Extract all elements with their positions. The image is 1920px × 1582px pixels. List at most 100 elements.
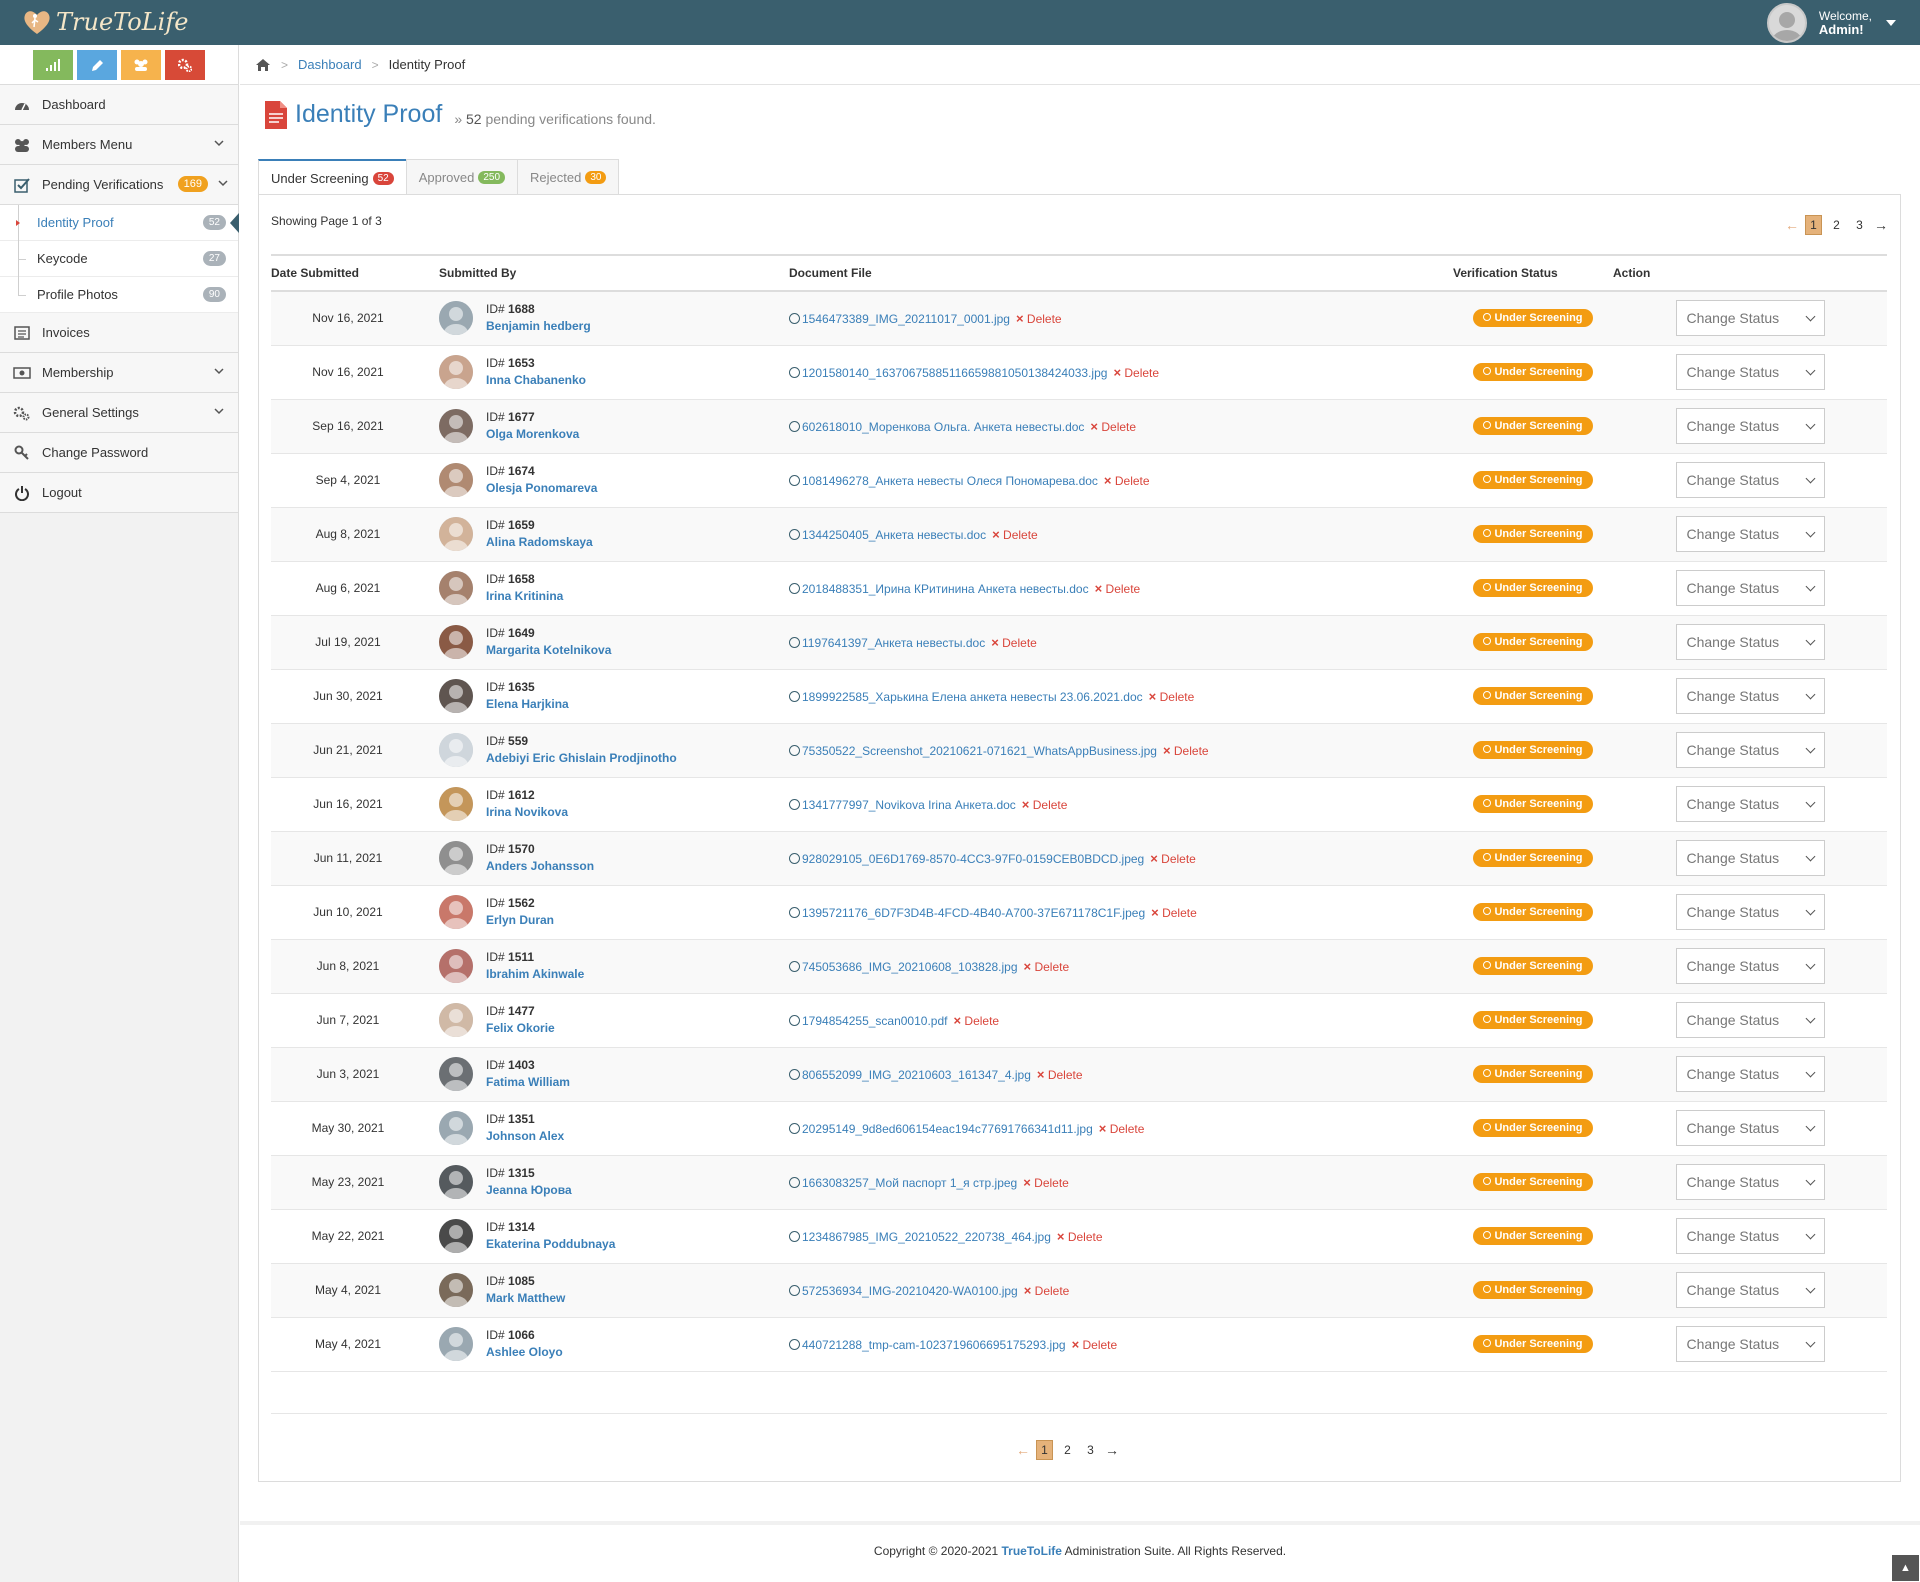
- tab-under-screening[interactable]: Under Screening 52: [258, 159, 407, 195]
- change-status-select[interactable]: Change Status: [1675, 1326, 1825, 1362]
- page-2-button[interactable]: 2: [1828, 215, 1845, 235]
- member-name-link[interactable]: Jeanna Юрова: [486, 1181, 572, 1199]
- sidebar-item-logout[interactable]: Logout: [0, 473, 238, 513]
- delete-button[interactable]: × Delete: [1023, 1175, 1069, 1190]
- change-status-select[interactable]: Change Status: [1675, 624, 1825, 660]
- member-name-link[interactable]: Olga Morenkova: [486, 425, 579, 443]
- delete-button[interactable]: × Delete: [1113, 365, 1159, 380]
- member-avatar[interactable]: [439, 1219, 473, 1253]
- document-file-link[interactable]: 1341777997_Novikova Irina Анкета.doc: [802, 798, 1016, 812]
- delete-button[interactable]: × Delete: [1016, 311, 1062, 326]
- change-status-select[interactable]: Change Status: [1675, 894, 1825, 930]
- members-shortcut-button[interactable]: [121, 50, 161, 80]
- document-file-link[interactable]: 806552099_IMG_20210603_161347_4.jpg: [802, 1068, 1031, 1082]
- brand-logo[interactable]: TrueToLife: [22, 5, 188, 39]
- sidebar-item-invoices[interactable]: Invoices: [0, 313, 238, 353]
- member-name-link[interactable]: Erlyn Duran: [486, 911, 554, 929]
- delete-button[interactable]: × Delete: [1095, 581, 1141, 596]
- document-file-link[interactable]: 1899922585_Харькина Елена анкета невесты…: [802, 690, 1143, 704]
- document-file-link[interactable]: 75350522_Screenshot_20210621-071621_What…: [802, 744, 1157, 758]
- page-1-button[interactable]: 1: [1036, 1440, 1053, 1460]
- page-3-button[interactable]: 3: [1082, 1440, 1099, 1460]
- member-avatar[interactable]: [439, 517, 473, 551]
- change-status-select[interactable]: Change Status: [1675, 462, 1825, 498]
- delete-button[interactable]: × Delete: [992, 527, 1038, 542]
- tab-approved[interactable]: Approved 250: [405, 159, 519, 194]
- delete-button[interactable]: × Delete: [1151, 905, 1197, 920]
- settings-shortcut-button[interactable]: [165, 50, 205, 80]
- member-name-link[interactable]: Mark Matthew: [486, 1289, 565, 1307]
- member-avatar[interactable]: [439, 733, 473, 767]
- change-status-select[interactable]: Change Status: [1675, 408, 1825, 444]
- change-status-select[interactable]: Change Status: [1675, 1164, 1825, 1200]
- member-avatar[interactable]: [439, 355, 473, 389]
- change-status-select[interactable]: Change Status: [1675, 678, 1825, 714]
- change-status-select[interactable]: Change Status: [1675, 1218, 1825, 1254]
- sidebar-item-pending-verifications[interactable]: Pending Verifications 169: [0, 165, 238, 205]
- change-status-select[interactable]: Change Status: [1675, 786, 1825, 822]
- sidebar-item-dashboard[interactable]: Dashboard: [0, 85, 238, 125]
- document-file-link[interactable]: 1546473389_IMG_20211017_0001.jpg: [802, 312, 1010, 326]
- member-avatar[interactable]: [439, 1003, 473, 1037]
- page-3-button[interactable]: 3: [1851, 215, 1868, 235]
- member-name-link[interactable]: Irina Novikova: [486, 803, 568, 821]
- member-name-link[interactable]: Olesja Ponomareva: [486, 479, 597, 497]
- member-name-link[interactable]: Alina Radomskaya: [486, 533, 593, 551]
- member-name-link[interactable]: Benjamin hedberg: [486, 317, 591, 335]
- member-name-link[interactable]: Ekaterina Poddubnaya: [486, 1235, 615, 1253]
- sidebar-item-identity-proof[interactable]: Identity Proof 52: [0, 205, 239, 241]
- document-file-link[interactable]: 1081496278_Анкета невесты Олеся Пономаре…: [802, 474, 1098, 488]
- member-avatar[interactable]: [439, 409, 473, 443]
- chevron-down-icon[interactable]: [1886, 20, 1896, 26]
- breadcrumb-dashboard-link[interactable]: Dashboard: [298, 57, 362, 72]
- change-status-select[interactable]: Change Status: [1675, 1002, 1825, 1038]
- member-avatar[interactable]: [439, 1165, 473, 1199]
- change-status-select[interactable]: Change Status: [1675, 1056, 1825, 1092]
- member-avatar[interactable]: [439, 571, 473, 605]
- prev-page-button[interactable]: ←: [1016, 1442, 1030, 1458]
- home-icon[interactable]: [255, 58, 271, 72]
- document-file-link[interactable]: 745053686_IMG_20210608_103828.jpg: [802, 960, 1018, 974]
- sidebar-item-profile-photos[interactable]: Profile Photos 90: [0, 277, 238, 313]
- member-avatar[interactable]: [439, 301, 473, 336]
- document-file-link[interactable]: 928029105_0E6D1769-8570-4CC3-97F0-0159CE…: [802, 852, 1144, 866]
- delete-button[interactable]: × Delete: [1150, 851, 1196, 866]
- member-name-link[interactable]: Elena Harjkina: [486, 695, 569, 713]
- page-2-button[interactable]: 2: [1059, 1440, 1076, 1460]
- delete-button[interactable]: × Delete: [1024, 959, 1070, 974]
- delete-button[interactable]: × Delete: [1037, 1067, 1083, 1082]
- document-file-link[interactable]: 1234867985_IMG_20210522_220738_464.jpg: [802, 1230, 1051, 1244]
- document-file-link[interactable]: 2018488351_Ирина КРитинина Анкета невест…: [802, 582, 1089, 596]
- user-menu[interactable]: Welcome, Admin!: [1766, 3, 1896, 43]
- member-avatar[interactable]: [439, 1327, 473, 1361]
- member-avatar[interactable]: [439, 841, 473, 875]
- member-name-link[interactable]: Margarita Kotelnikova: [486, 641, 611, 659]
- change-status-select[interactable]: Change Status: [1675, 840, 1825, 876]
- delete-button[interactable]: × Delete: [1072, 1337, 1118, 1352]
- member-name-link[interactable]: Johnson Alex: [486, 1127, 564, 1145]
- delete-button[interactable]: × Delete: [1024, 1283, 1070, 1298]
- footer-brand-link[interactable]: TrueToLife: [1002, 1544, 1062, 1558]
- change-status-select[interactable]: Change Status: [1675, 300, 1825, 337]
- next-page-button[interactable]: →: [1874, 217, 1888, 233]
- member-name-link[interactable]: Irina Kritinina: [486, 587, 563, 605]
- document-file-link[interactable]: 572536934_IMG-20210420-WA0100.jpg: [802, 1284, 1018, 1298]
- delete-button[interactable]: × Delete: [1149, 689, 1195, 704]
- delete-button[interactable]: × Delete: [953, 1013, 999, 1028]
- change-status-select[interactable]: Change Status: [1675, 1272, 1825, 1308]
- delete-button[interactable]: × Delete: [1104, 473, 1150, 488]
- delete-button[interactable]: × Delete: [1057, 1229, 1103, 1244]
- change-status-select[interactable]: Change Status: [1675, 732, 1825, 768]
- member-avatar[interactable]: [439, 895, 473, 929]
- sidebar-item-membership[interactable]: Membership: [0, 353, 238, 393]
- member-avatar[interactable]: [439, 1057, 473, 1091]
- change-status-select[interactable]: Change Status: [1675, 354, 1825, 390]
- member-avatar[interactable]: [439, 1273, 473, 1307]
- member-avatar[interactable]: [439, 1111, 473, 1145]
- sidebar-item-change-password[interactable]: Change Password: [0, 433, 238, 473]
- edit-shortcut-button[interactable]: [77, 50, 117, 80]
- delete-button[interactable]: × Delete: [1099, 1121, 1145, 1136]
- document-file-link[interactable]: 602618010_Моренкова Ольга. Анкета невест…: [802, 420, 1084, 434]
- tab-rejected[interactable]: Rejected 30: [517, 159, 620, 194]
- change-status-select[interactable]: Change Status: [1675, 570, 1825, 606]
